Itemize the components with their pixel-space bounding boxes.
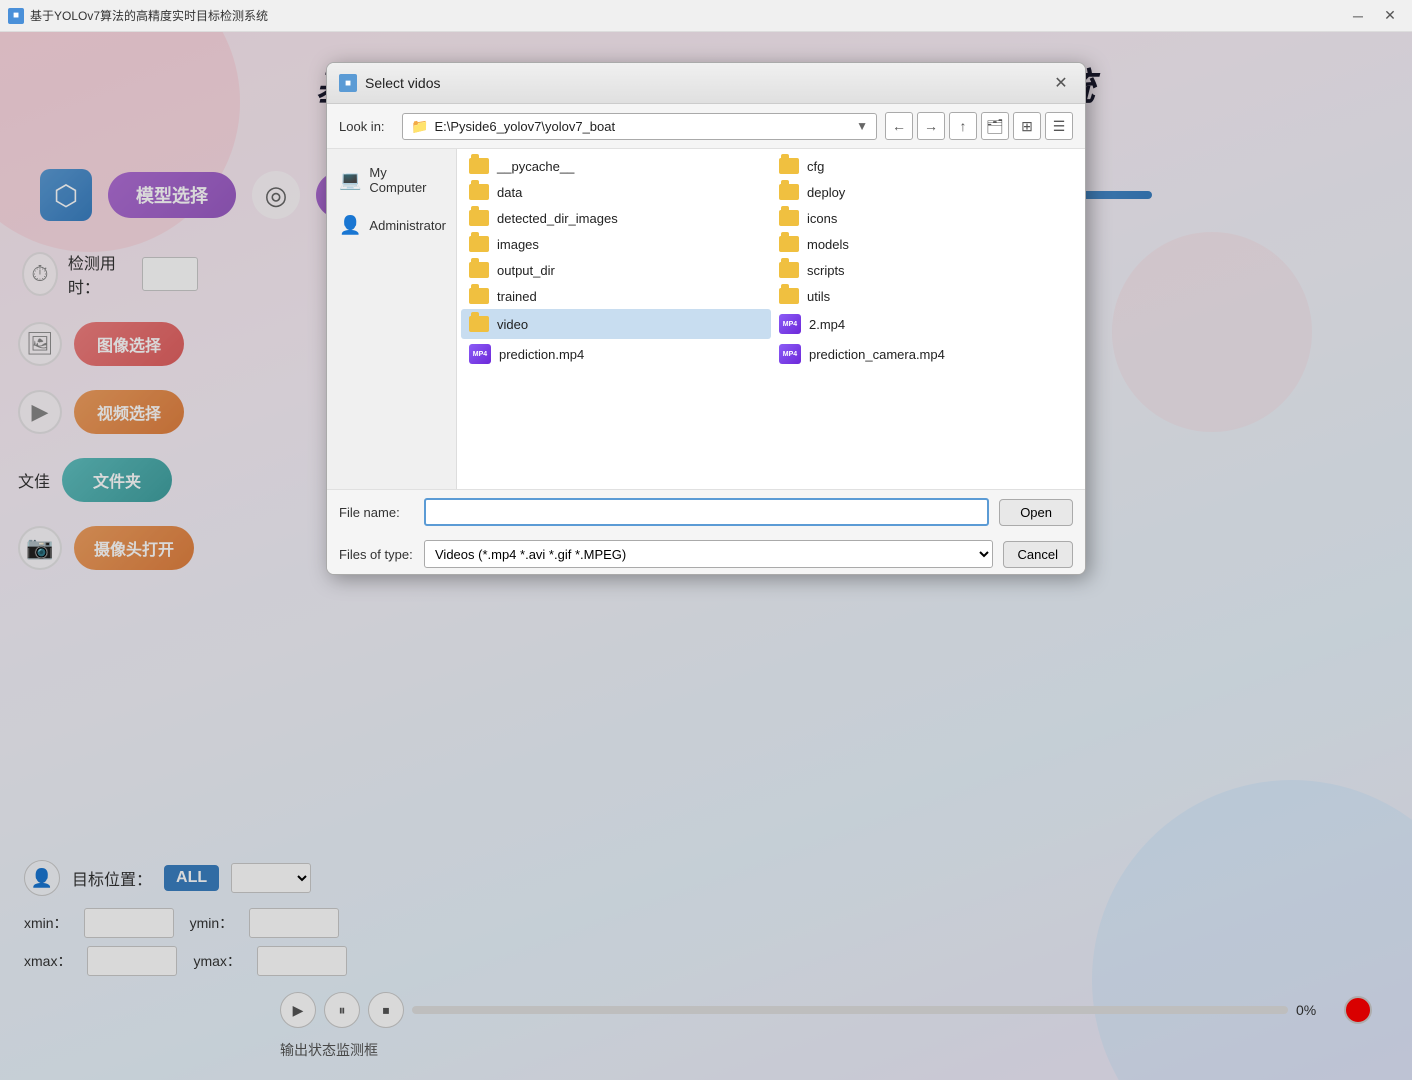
file-name: prediction_camera.mp4	[809, 347, 945, 362]
dialog-close-button[interactable]: ✕	[1049, 71, 1073, 95]
folder-item[interactable]: images	[461, 231, 771, 257]
sidebar-item-administrator[interactable]: 👤 Administrator	[327, 207, 456, 244]
folder-icon	[779, 288, 799, 304]
folder-icon	[469, 184, 489, 200]
folder-icon	[779, 262, 799, 278]
folder-item[interactable]: utils	[771, 283, 1081, 309]
nav-forward-button[interactable]: →	[917, 112, 945, 140]
path-text: E:\Pyside6_yolov7\yolov7_boat	[434, 119, 615, 134]
window-title: 基于YOLOv7算法的高精度实时目标检测系统	[30, 7, 1344, 24]
file-item[interactable]: MP4 2.mp4	[771, 309, 1081, 339]
file-item[interactable]: MP4 prediction_camera.mp4	[771, 339, 1081, 369]
folder-item[interactable]: deploy	[771, 179, 1081, 205]
dialog-titlebar: ■ Select vidos ✕	[327, 63, 1085, 104]
folder-icon	[779, 210, 799, 226]
my-computer-label: My Computer	[369, 165, 444, 195]
app-icon: ■	[8, 8, 24, 24]
minimize-button[interactable]: ─	[1344, 6, 1372, 26]
folder-name: icons	[807, 211, 837, 226]
file-dialog: ■ Select vidos ✕ Look in: 📁 E:\Pyside6_y…	[326, 62, 1086, 575]
user-icon: 👤	[339, 215, 361, 236]
file-name: prediction.mp4	[499, 347, 584, 362]
file-name: 2.mp4	[809, 317, 845, 332]
folder-name: video	[497, 317, 528, 332]
folder-name: scripts	[807, 263, 845, 278]
filetype-label: Files of type:	[339, 547, 414, 562]
dialog-icon: ■	[339, 74, 357, 92]
dialog-filelist: __pycache__ cfg data deploy detected_dir_ima…	[457, 149, 1085, 489]
folder-item[interactable]: trained	[461, 283, 771, 309]
open-button[interactable]: Open	[999, 499, 1073, 526]
path-dropdown-arrow[interactable]: ▼	[856, 119, 868, 133]
mp4-icon: MP4	[469, 344, 491, 364]
cancel-button[interactable]: Cancel	[1003, 541, 1073, 568]
computer-icon: 💻	[339, 170, 361, 191]
folder-icon	[469, 236, 489, 252]
filetype-bar: Files of type: Videos (*.mp4 *.avi *.gif…	[327, 534, 1085, 574]
look-in-bar: Look in: 📁 E:\Pyside6_yolov7\yolov7_boat…	[327, 104, 1085, 149]
folder-item[interactable]: scripts	[771, 257, 1081, 283]
folder-item[interactable]: icons	[771, 205, 1081, 231]
folder-name: detected_dir_images	[497, 211, 618, 226]
folder-item[interactable]: output_dir	[461, 257, 771, 283]
dialog-overlay: ■ Select vidos ✕ Look in: 📁 E:\Pyside6_y…	[0, 32, 1412, 1080]
folder-name: utils	[807, 289, 830, 304]
mp4-icon: MP4	[779, 314, 801, 334]
filename-input[interactable]	[424, 498, 989, 526]
nav-recent-button[interactable]: 🗂	[981, 112, 1009, 140]
folder-icon	[469, 316, 489, 332]
look-in-path-display: 📁 E:\Pyside6_yolov7\yolov7_boat ▼	[402, 113, 877, 140]
folder-icon	[779, 236, 799, 252]
sidebar-item-my-computer[interactable]: 💻 My Computer	[327, 157, 456, 203]
dialog-title: Select vidos	[365, 75, 1041, 91]
folder-item[interactable]: video	[461, 309, 771, 339]
folder-icon	[469, 288, 489, 304]
folder-item[interactable]: data	[461, 179, 771, 205]
look-in-nav: ← → ↑ 🗂 ⊞ ☰	[885, 112, 1073, 140]
filetype-select[interactable]: Videos (*.mp4 *.avi *.gif *.MPEG)	[424, 540, 993, 568]
folder-name: models	[807, 237, 849, 252]
filename-label: File name:	[339, 505, 414, 520]
folder-item[interactable]: __pycache__	[461, 153, 771, 179]
title-bar: ■ 基于YOLOv7算法的高精度实时目标检测系统 ─ ✕	[0, 0, 1412, 32]
nav-back-button[interactable]: ←	[885, 112, 913, 140]
path-folder-icon: 📁	[411, 118, 428, 135]
view-list-button[interactable]: ☰	[1045, 112, 1073, 140]
folder-item[interactable]: cfg	[771, 153, 1081, 179]
mp4-icon: MP4	[779, 344, 801, 364]
nav-up-button[interactable]: ↑	[949, 112, 977, 140]
folder-item[interactable]: detected_dir_images	[461, 205, 771, 231]
folder-name: images	[497, 237, 539, 252]
app-container: 基于YOLOv7算法的高精度实时目标检测系统 CSDN：BestSongC B站…	[0, 32, 1412, 1080]
dialog-body: 💻 My Computer 👤 Administrator __pycache_…	[327, 149, 1085, 489]
folder-name: data	[497, 185, 522, 200]
folder-icon	[469, 262, 489, 278]
folder-icon	[469, 210, 489, 226]
administrator-label: Administrator	[369, 218, 446, 233]
look-in-label: Look in:	[339, 119, 394, 134]
dialog-sidebar: 💻 My Computer 👤 Administrator	[327, 149, 457, 489]
view-icons-button[interactable]: ⊞	[1013, 112, 1041, 140]
filename-bar: File name: Open	[327, 489, 1085, 534]
folder-name: deploy	[807, 185, 845, 200]
folder-name: __pycache__	[497, 159, 574, 174]
folder-item[interactable]: models	[771, 231, 1081, 257]
folder-name: trained	[497, 289, 537, 304]
folder-icon	[779, 184, 799, 200]
file-item[interactable]: MP4 prediction.mp4	[461, 339, 771, 369]
folder-icon	[469, 158, 489, 174]
folder-name: output_dir	[497, 263, 555, 278]
folder-name: cfg	[807, 159, 824, 174]
window-controls: ─ ✕	[1344, 6, 1404, 26]
close-button[interactable]: ✕	[1376, 6, 1404, 26]
folder-icon	[779, 158, 799, 174]
